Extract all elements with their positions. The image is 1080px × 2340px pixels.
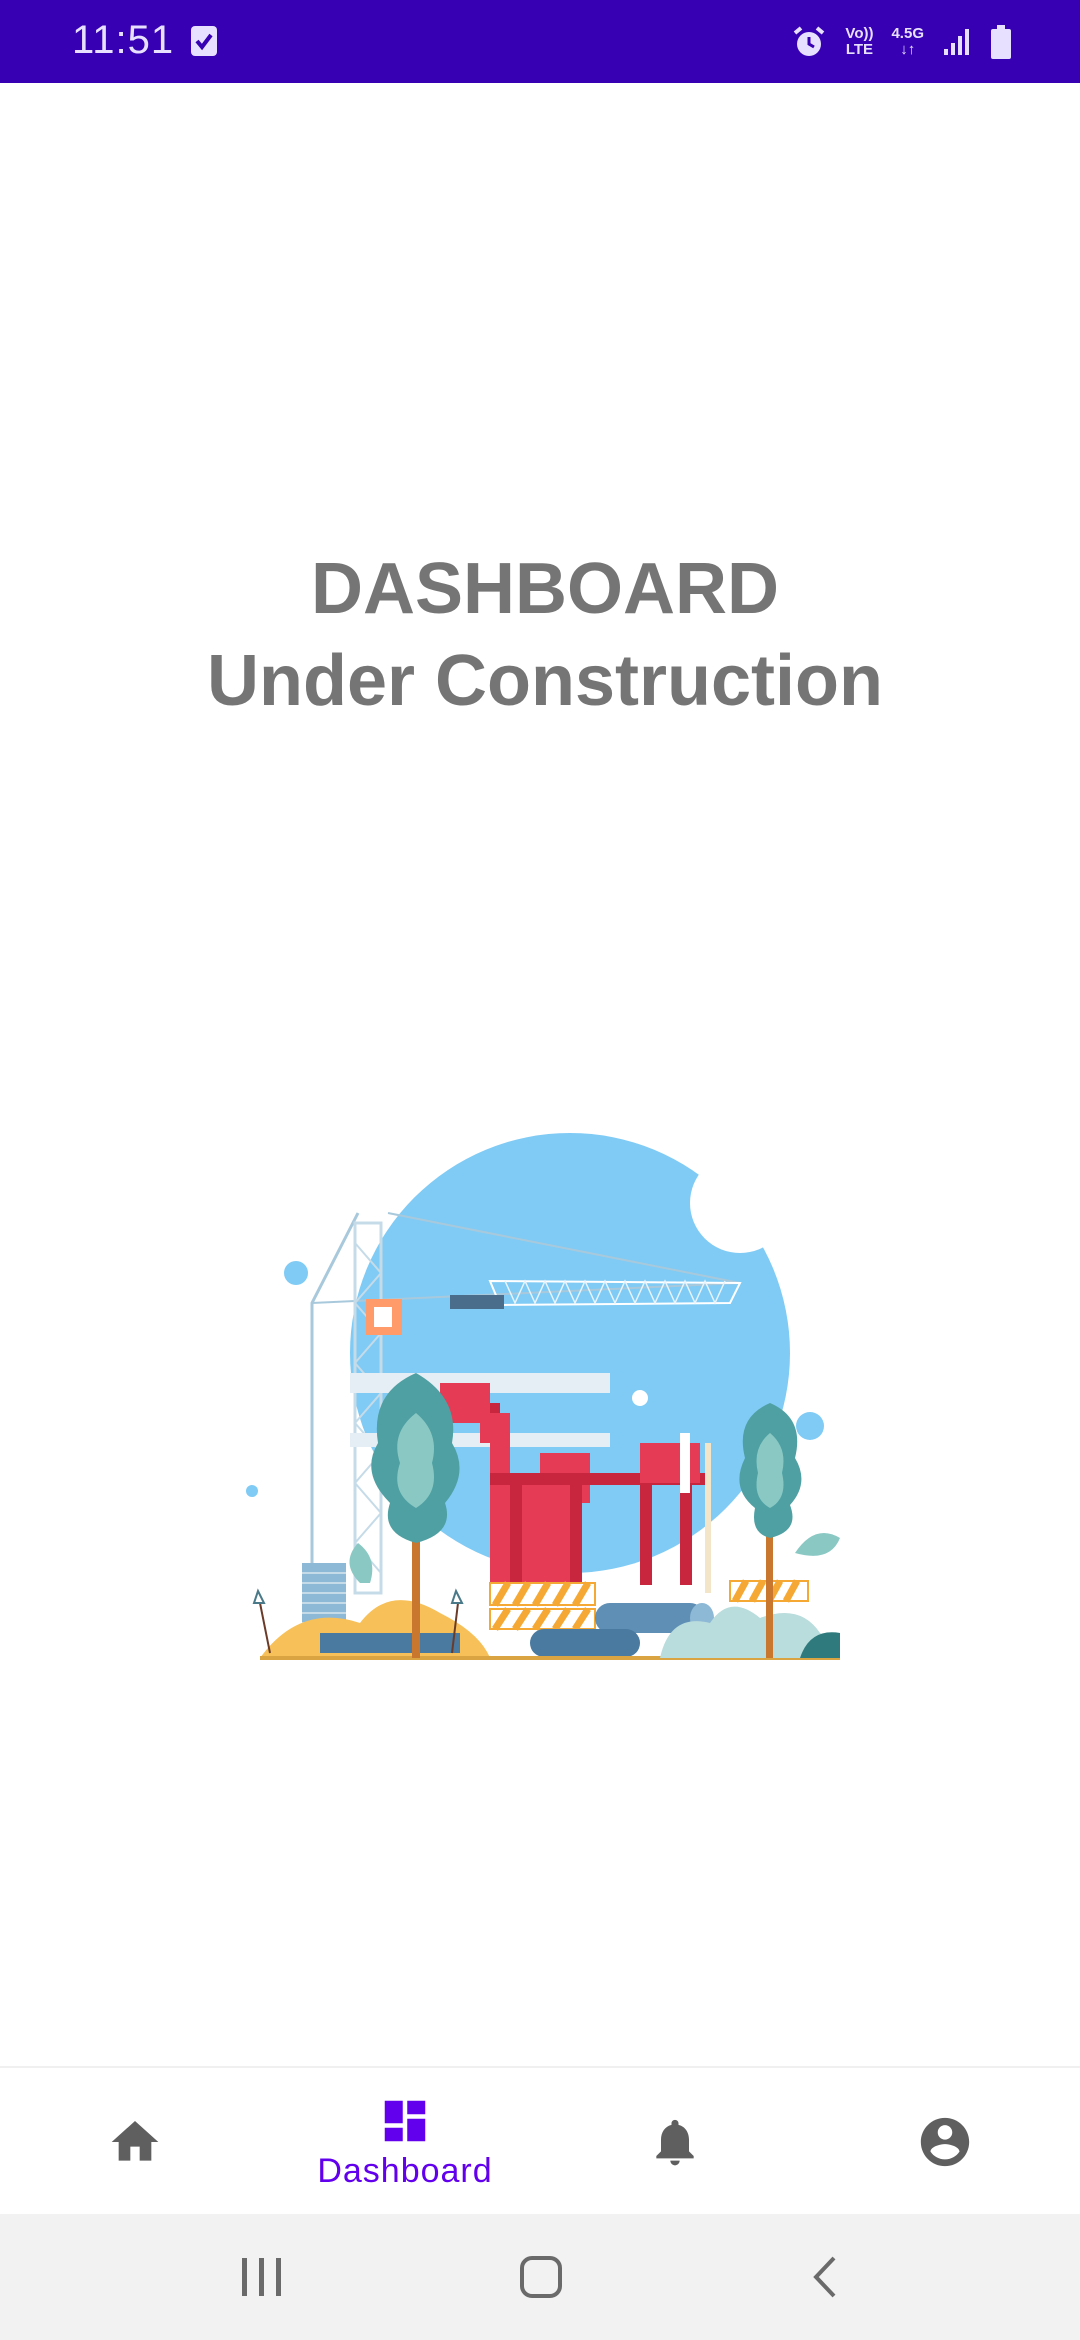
status-bar: 11:51 Vo)) LTE 4.5G ↓↑ — [0, 0, 1080, 83]
nav-label-dashboard: Dashboard — [317, 2151, 493, 2190]
nav-item-home[interactable] — [0, 2068, 270, 2216]
system-navigation-bar — [0, 2214, 1080, 2340]
volte-indicator: Vo)) LTE — [845, 25, 874, 58]
recent-apps-button[interactable] — [236, 2252, 288, 2302]
status-icons: Vo)) LTE 4.5G ↓↑ — [791, 20, 1012, 64]
construction-site-illustration — [246, 1133, 840, 1660]
nav-item-dashboard[interactable]: Dashboard — [270, 2068, 540, 2216]
dashboard-icon — [384, 2100, 426, 2141]
alarm-icon — [794, 26, 825, 56]
signal-icon — [944, 29, 969, 55]
account-circle-icon — [920, 2117, 970, 2167]
network-type: 4.5G ↓↑ — [891, 25, 924, 58]
page-title: DASHBOARD Under Construction — [0, 543, 1080, 727]
back-button[interactable] — [806, 2252, 846, 2302]
dashboard-content: DASHBOARD Under Construction — [0, 83, 1080, 2066]
status-time: 11:51 — [72, 18, 175, 62]
nav-item-profile[interactable] — [810, 2068, 1080, 2216]
bottom-navigation: Dashboard — [0, 2066, 1080, 2214]
nav-item-notifications[interactable] — [540, 2068, 810, 2216]
title-line-1: DASHBOARD — [311, 549, 779, 629]
title-line-2: Under Construction — [207, 641, 883, 721]
task-check-icon — [191, 26, 217, 56]
battery-icon — [991, 25, 1011, 59]
bell-icon — [656, 2119, 694, 2166]
home-icon — [111, 2121, 159, 2161]
home-button[interactable] — [516, 2252, 566, 2302]
